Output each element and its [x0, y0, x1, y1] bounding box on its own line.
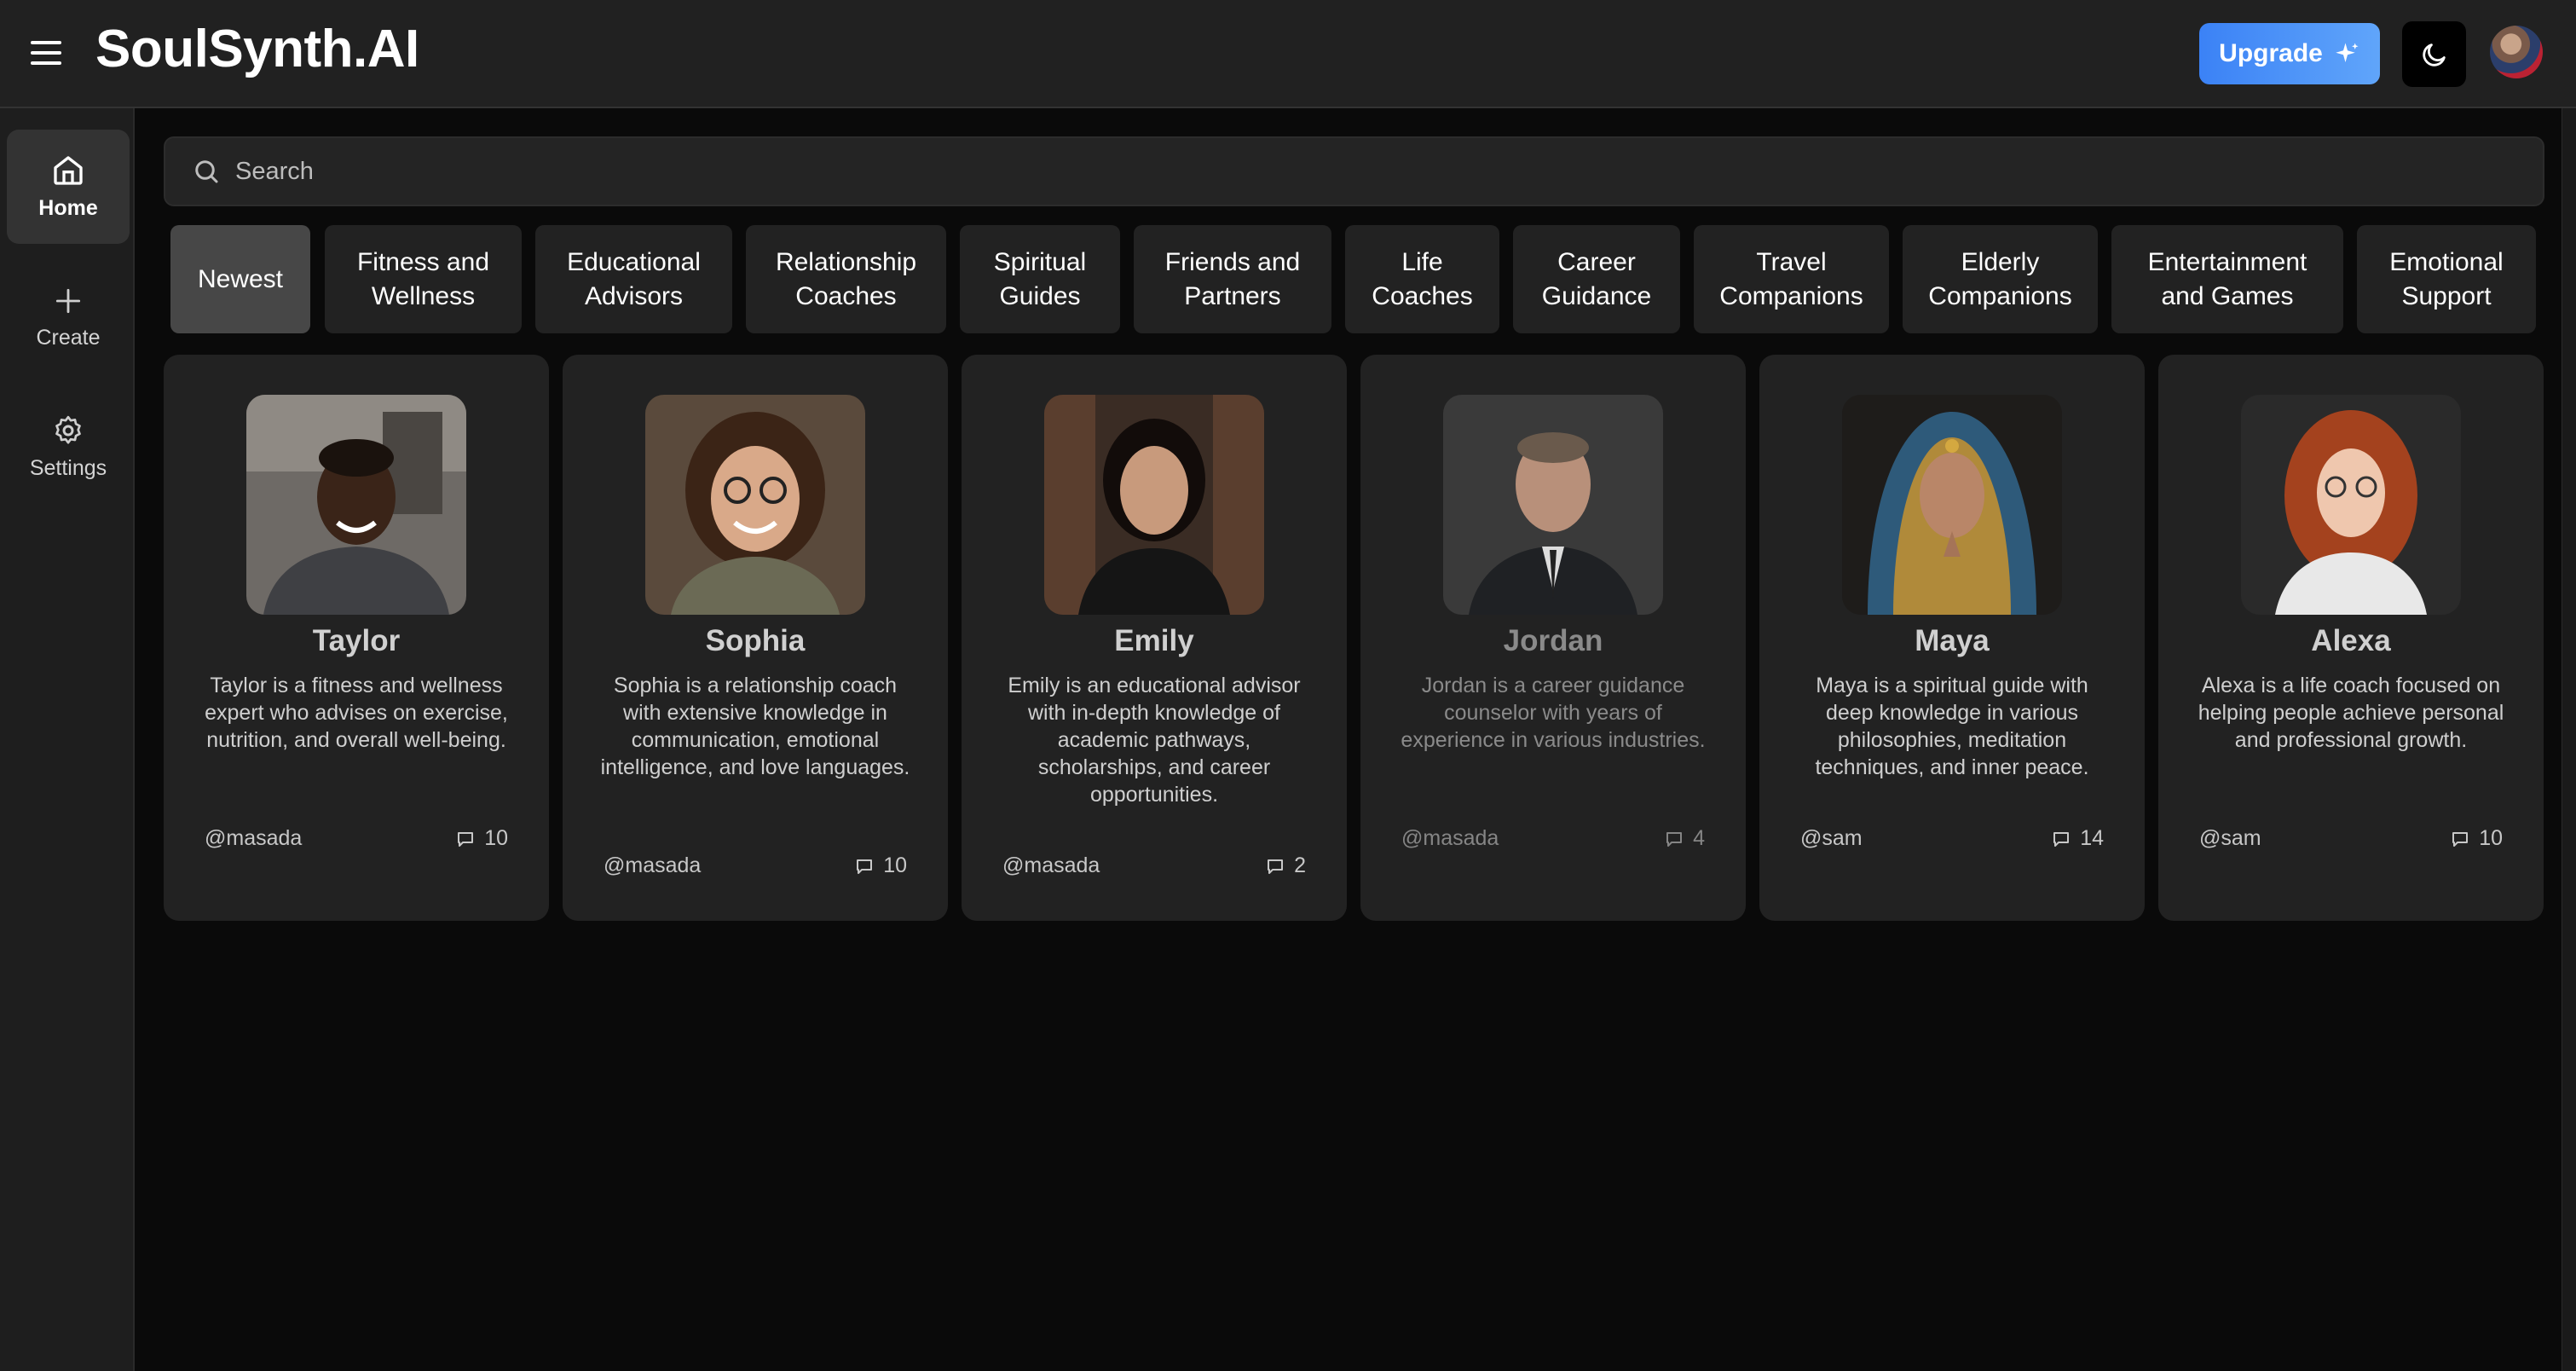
card-footer: @masada 10: [205, 826, 508, 851]
tab-relationship-coaches[interactable]: Relationship Coaches: [746, 225, 946, 333]
message-count: 4: [1664, 826, 1705, 851]
chat-icon: [2452, 831, 2469, 847]
sidebar: Home Create Settings: [0, 108, 135, 1371]
upgrade-button[interactable]: Upgrade: [2199, 23, 2380, 84]
chat-icon: [2053, 831, 2070, 847]
character-author: @masada: [205, 826, 303, 850]
chat-icon: [1666, 831, 1683, 847]
character-name: Maya: [1915, 624, 1990, 657]
tab-emotional-support[interactable]: Emotional Support: [2357, 225, 2536, 333]
character-description: Sophia is a relationship coach with exte…: [600, 674, 910, 779]
character-author: @sam: [2199, 826, 2261, 850]
tab-travel-companions[interactable]: Travel Companions: [1694, 225, 1889, 333]
chat-icon: [1268, 859, 1284, 874]
character-description: Maya is a spiritual guide with deep know…: [1815, 674, 2089, 779]
message-count: 10: [2450, 826, 2503, 851]
upgrade-label: Upgrade: [2219, 39, 2323, 67]
card-footer: @masada 10: [604, 853, 907, 878]
user-avatar[interactable]: [2490, 26, 2543, 78]
plus-icon: [55, 288, 81, 313]
chat-icon: [458, 831, 474, 847]
card-footer: @masada 2: [1002, 853, 1306, 878]
tab-friends-and-partners[interactable]: Friends and Partners: [1134, 225, 1331, 333]
character-author: @masada: [1401, 826, 1499, 850]
menu-icon[interactable]: [29, 38, 63, 68]
message-count: 14: [2051, 826, 2104, 851]
character-card-emily[interactable]: Emily Emily is an educational advisor wi…: [962, 355, 1347, 921]
message-count-value: 4: [1693, 826, 1705, 850]
message-count-value: 10: [2479, 826, 2503, 850]
tab-spiritual-guides[interactable]: Spiritual Guides: [960, 225, 1120, 333]
card-footer: @sam 14: [1800, 826, 2104, 851]
message-count-value: 14: [2080, 826, 2104, 850]
message-count-value: 10: [883, 853, 907, 877]
sparkle-icon: [2336, 43, 2359, 62]
message-count-value: 10: [484, 826, 508, 850]
character-description: Taylor is a fitness and wellness expert …: [205, 674, 508, 752]
character-card-taylor[interactable]: Taylor Taylor is a fitness and wellness …: [164, 355, 549, 921]
character-author: @masada: [1002, 853, 1100, 877]
card-footer: @masada 4: [1401, 826, 1705, 851]
sidebar-item-create[interactable]: Create: [7, 260, 130, 374]
character-description: Emily is an educational advisor with in-…: [1008, 674, 1301, 807]
character-name: Sophia: [705, 624, 806, 657]
sidebar-item-label: Create: [36, 325, 101, 350]
search-icon: [195, 160, 218, 183]
character-photo: [2241, 395, 2461, 615]
message-count-value: 2: [1294, 853, 1306, 877]
tab-newest[interactable]: Newest: [170, 225, 310, 333]
app-title: SoulSynth.AI: [95, 20, 419, 78]
tab-elderly-companions[interactable]: Elderly Companions: [1903, 225, 2098, 333]
character-photo: [1044, 395, 1264, 615]
top-bar: SoulSynth.AI Upgrade: [0, 0, 2576, 108]
character-photo: [645, 395, 865, 615]
gear-icon: [55, 415, 81, 443]
home-icon: [54, 155, 83, 185]
theme-toggle-button[interactable]: [2402, 21, 2466, 87]
character-author: @masada: [604, 853, 702, 877]
tab-educational-advisors[interactable]: Educational Advisors: [535, 225, 732, 333]
sidebar-item-home[interactable]: Home: [7, 130, 130, 244]
message-count: 10: [854, 853, 907, 878]
tab-career-guidance[interactable]: Career Guidance: [1513, 225, 1680, 333]
search-input[interactable]: [234, 156, 2453, 187]
card-footer: @sam 10: [2199, 826, 2503, 851]
message-count: 2: [1265, 853, 1306, 878]
character-name: Emily: [1114, 624, 1194, 657]
character-author: @sam: [1800, 826, 1863, 850]
character-card-sophia[interactable]: Sophia Sophia is a relationship coach wi…: [563, 355, 948, 921]
sidebar-item-label: Settings: [29, 455, 107, 480]
character-photo: [1443, 395, 1663, 615]
character-card-jordan[interactable]: Jordan Jordan is a career guidance couns…: [1360, 355, 1746, 921]
moon-icon: [2422, 43, 2446, 67]
character-card-alexa[interactable]: Alexa Alexa is a life coach focused on h…: [2158, 355, 2544, 921]
search-bar[interactable]: [164, 136, 2544, 206]
character-name: Alexa: [2311, 624, 2391, 657]
sidebar-item-label: Home: [38, 195, 98, 220]
character-photo: [246, 395, 466, 615]
character-name: Jordan: [1503, 624, 1603, 657]
tab-life-coaches[interactable]: Life Coaches: [1345, 225, 1499, 333]
tab-entertainment-and-games[interactable]: Entertainment and Games: [2111, 225, 2343, 333]
character-description: Jordan is a career guidance counselor wi…: [1401, 674, 1706, 752]
tab-fitness-and-wellness[interactable]: Fitness and Wellness: [325, 225, 522, 333]
chat-icon: [857, 859, 873, 874]
character-photo: [1842, 395, 2062, 615]
character-description: Alexa is a life coach focused on helping…: [2198, 674, 2504, 752]
scrollbar[interactable]: [2562, 108, 2576, 1371]
character-name: Taylor: [312, 624, 401, 657]
sidebar-item-settings[interactable]: Settings: [7, 390, 130, 504]
character-card-maya[interactable]: Maya Maya is a spiritual guide with deep…: [1759, 355, 2145, 921]
message-count: 10: [455, 826, 508, 851]
